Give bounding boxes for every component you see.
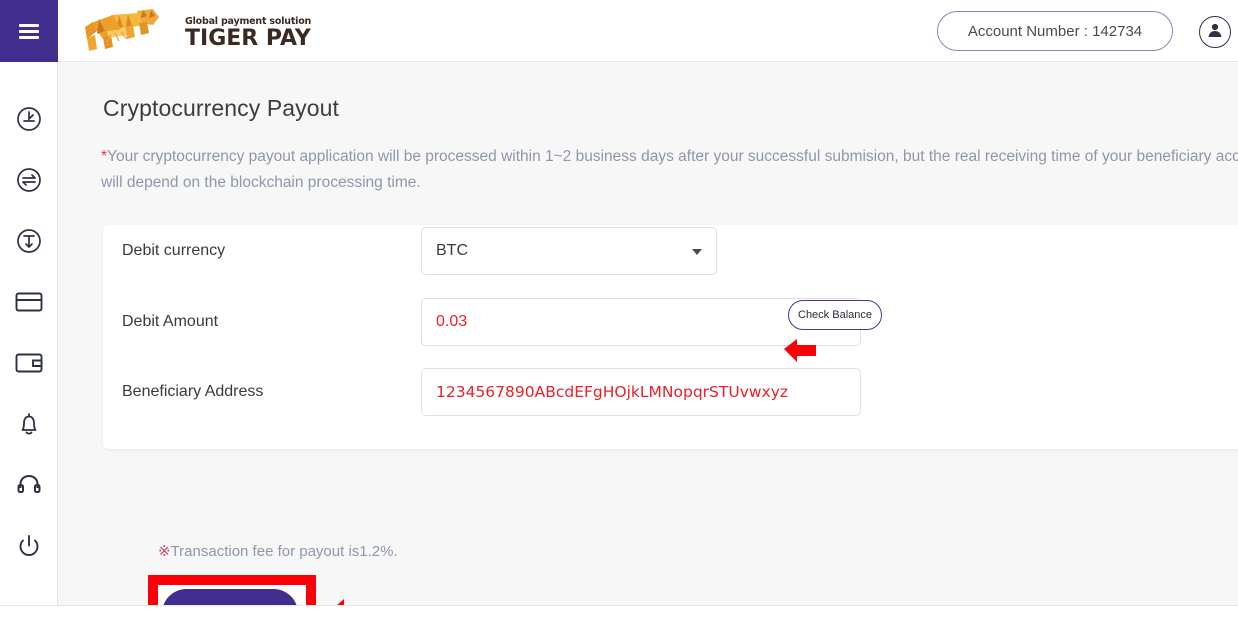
power-icon <box>16 533 42 559</box>
hamburger-menu-button[interactable] <box>0 0 58 62</box>
clock-circle-icon <box>16 106 42 132</box>
tiger-logo-icon <box>81 5 181 62</box>
debit-currency-value: BTC <box>436 242 468 259</box>
deposit-circle-icon <box>16 228 42 254</box>
account-number-label: Account Number : 142734 <box>967 22 1143 40</box>
credit-card-icon <box>15 291 43 313</box>
fee-note-text: Transaction fee for payout is1.2%. <box>170 543 398 560</box>
beneficiary-address-input[interactable]: 1234567890ABcdEFgHOjkLMNopqrSTUvwxyz <box>421 368 861 416</box>
headset-icon <box>16 472 42 498</box>
page-footer <box>0 605 1238 638</box>
next-button[interactable]: Next <box>162 589 298 605</box>
chevron-down-icon <box>692 249 702 255</box>
sidebar-item-deposit[interactable] <box>0 210 58 271</box>
account-number-pill[interactable]: Account Number : 142734 <box>937 11 1173 51</box>
label-debit-amount: Debit Amount <box>122 313 219 330</box>
sidebar-item-cards[interactable] <box>0 271 58 332</box>
sidebar-item-notifications[interactable] <box>0 393 58 454</box>
payout-form-card: Debit currency BTC Debit Amount 0.03 Ben… <box>103 225 1238 449</box>
bell-icon <box>17 411 41 437</box>
fee-note-mark: ※ <box>158 543 171 560</box>
beneficiary-address-value: 1234567890ABcdEFgHOjkLMNopqrSTUvwxyz <box>436 383 789 401</box>
sidebar-item-logout[interactable] <box>0 515 58 576</box>
sidebar-item-transfer[interactable] <box>0 149 58 210</box>
brand-logo[interactable]: Global payment solution TIGER PAY <box>81 5 311 62</box>
annotation-arrow-check-balance <box>782 336 822 364</box>
hamburger-icon <box>19 21 39 42</box>
sidebar-item-wallet[interactable] <box>0 332 58 393</box>
check-balance-label: Check Balance <box>798 309 872 321</box>
label-debit-currency: Debit currency <box>122 242 226 259</box>
debit-currency-select[interactable]: BTC <box>421 227 717 275</box>
sidebar-icon-list <box>0 62 57 576</box>
check-balance-button[interactable]: Check Balance <box>788 300 882 330</box>
wallet-icon <box>15 352 43 374</box>
sidebar-item-history[interactable] <box>0 88 58 149</box>
debit-amount-value: 0.03 <box>436 313 468 330</box>
exchange-circle-icon <box>16 167 42 193</box>
transaction-fee-note: ※Transaction fee for payout is1.2%. <box>158 542 398 560</box>
page-title: Cryptocurrency Payout <box>103 95 340 121</box>
brand-text: Global payment solution TIGER PAY <box>185 16 311 51</box>
notice-text: *Your cryptocurrency payout application … <box>101 144 1238 196</box>
top-header: Global payment solution TIGER PAY Accoun… <box>58 0 1238 62</box>
sidebar <box>0 0 58 605</box>
user-icon <box>1206 21 1224 44</box>
label-beneficiary-address: Beneficiary Address <box>122 383 264 400</box>
sidebar-item-support[interactable] <box>0 454 58 515</box>
brand-name: TIGER PAY <box>185 26 311 51</box>
avatar[interactable] <box>1199 16 1231 48</box>
app-root: Global payment solution TIGER PAY Accoun… <box>0 0 1238 638</box>
main-content: Cryptocurrency Payout *Your cryptocurren… <box>58 62 1238 605</box>
notice-body: Your cryptocurrency payout application w… <box>101 148 1238 191</box>
annotation-arrow-next <box>326 595 376 605</box>
